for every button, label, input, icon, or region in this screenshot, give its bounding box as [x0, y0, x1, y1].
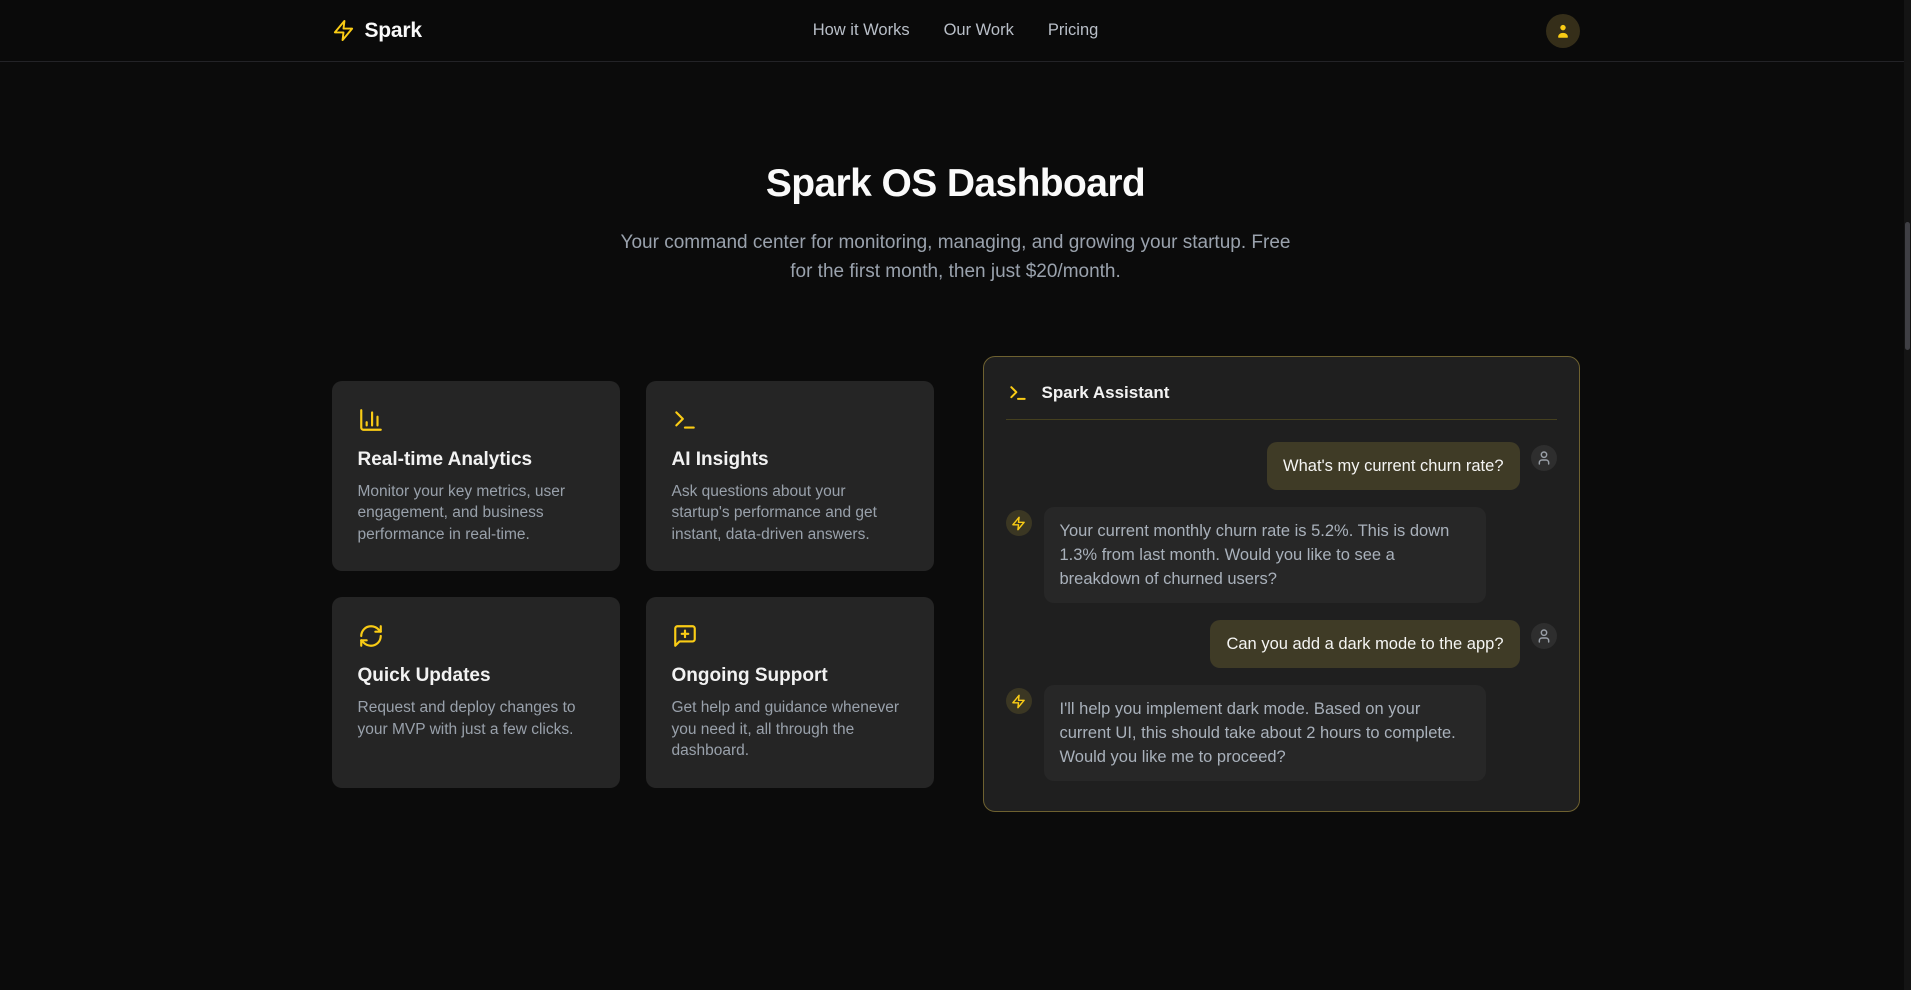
nav-link-our-work[interactable]: Our Work	[944, 21, 1014, 40]
chat-message-assistant: I'll help you implement dark mode. Based…	[1006, 685, 1557, 781]
nav-link-pricing[interactable]: Pricing	[1048, 21, 1098, 40]
feature-description: Request and deploy changes to your MVP w…	[358, 697, 594, 740]
page-title: Spark OS Dashboard	[0, 162, 1911, 206]
user-icon	[1554, 22, 1572, 40]
brand-logo[interactable]: Spark	[332, 19, 422, 43]
spark-bot-avatar	[1006, 510, 1032, 536]
feature-cards-grid: Real-time Analytics Monitor your key met…	[332, 381, 934, 788]
assistant-panel-header: Spark Assistant	[1006, 383, 1557, 420]
assistant-message-bubble: I'll help you implement dark mode. Based…	[1044, 685, 1486, 781]
top-navigation-bar: Spark How it Works Our Work Pricing	[0, 0, 1911, 62]
feature-title: Quick Updates	[358, 665, 594, 687]
scrollbar-thumb[interactable]	[1905, 222, 1910, 350]
feature-description: Get help and guidance whenever you need …	[672, 697, 908, 762]
feature-card-ai-insights: AI Insights Ask questions about your sta…	[646, 381, 934, 572]
terminal-icon	[1008, 383, 1028, 403]
chat-message-user: Can you add a dark mode to the app?	[1006, 620, 1557, 668]
user-avatar	[1531, 623, 1557, 649]
feature-card-ongoing-support: Ongoing Support Get help and guidance wh…	[646, 597, 934, 788]
nav-link-how-it-works[interactable]: How it Works	[813, 21, 910, 40]
user-icon	[1536, 450, 1552, 466]
chat-message-user: What's my current churn rate?	[1006, 442, 1557, 490]
brand-name: Spark	[365, 19, 422, 43]
user-message-bubble: Can you add a dark mode to the app?	[1210, 620, 1519, 668]
assistant-panel-title: Spark Assistant	[1042, 383, 1170, 403]
refresh-icon	[358, 623, 384, 649]
page-subtitle: Your command center for monitoring, mana…	[618, 228, 1294, 286]
user-account-button[interactable]	[1546, 14, 1580, 48]
terminal-icon	[672, 407, 698, 433]
user-avatar	[1531, 445, 1557, 471]
spark-bot-avatar	[1006, 688, 1032, 714]
assistant-message-bubble: Your current monthly churn rate is 5.2%.…	[1044, 507, 1486, 603]
lightning-bolt-icon	[1011, 694, 1026, 709]
feature-title: Real-time Analytics	[358, 449, 594, 471]
chat-message-assistant: Your current monthly churn rate is 5.2%.…	[1006, 507, 1557, 603]
main-nav: How it Works Our Work Pricing	[813, 0, 1099, 61]
message-square-plus-icon	[672, 623, 698, 649]
feature-description: Monitor your key metrics, user engagemen…	[358, 481, 594, 546]
feature-card-quick-updates: Quick Updates Request and deploy changes…	[332, 597, 620, 788]
chat-message-list: What's my current churn rate? Your curre…	[1006, 442, 1557, 781]
lightning-bolt-icon	[332, 19, 355, 42]
spark-assistant-panel: Spark Assistant What's my current churn …	[983, 356, 1580, 812]
feature-description: Ask questions about your startup's perfo…	[672, 481, 908, 546]
dashboard-overview-section: Real-time Analytics Monitor your key met…	[332, 356, 1580, 812]
page-scrollbar[interactable]	[1904, 0, 1911, 990]
user-icon	[1536, 628, 1552, 644]
feature-title: AI Insights	[672, 449, 908, 471]
bar-chart-icon	[358, 407, 384, 433]
feature-card-realtime-analytics: Real-time Analytics Monitor your key met…	[332, 381, 620, 572]
lightning-bolt-icon	[1011, 516, 1026, 531]
user-message-bubble: What's my current churn rate?	[1267, 442, 1519, 490]
hero-section: Spark OS Dashboard Your command center f…	[0, 62, 1911, 286]
feature-title: Ongoing Support	[672, 665, 908, 687]
